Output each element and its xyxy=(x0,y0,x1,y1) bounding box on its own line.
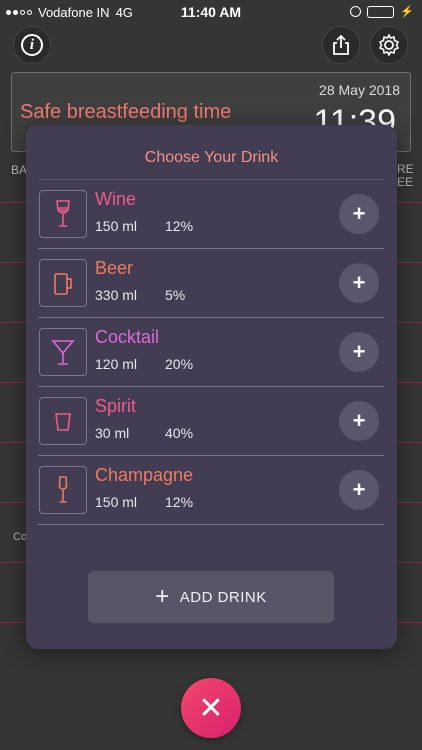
drink-abv: 12% xyxy=(165,494,194,510)
settings-button[interactable] xyxy=(370,26,408,64)
drink-volume: 150 ml xyxy=(95,218,138,234)
drink-row-champagne[interactable]: Champagne 150 ml 12% + xyxy=(38,456,384,525)
champagne-flute-icon xyxy=(39,466,87,514)
drink-volume: 330 ml xyxy=(95,287,138,303)
drink-row-beer[interactable]: Beer 330 ml 5% + xyxy=(38,249,384,318)
close-button[interactable]: ✕ xyxy=(181,678,241,738)
background-label-left: BA xyxy=(11,163,28,177)
cocktail-glass-icon xyxy=(39,328,87,376)
wine-glass-icon xyxy=(39,190,87,238)
drink-name: Champagne xyxy=(95,465,194,485)
close-icon: ✕ xyxy=(198,691,224,725)
status-bar: Vodafone IN 4G 11:40 AM ⚡ xyxy=(0,0,422,24)
add-wine-button[interactable]: + xyxy=(339,194,379,234)
drink-name: Beer xyxy=(95,258,134,278)
share-icon xyxy=(333,35,349,55)
choose-drink-modal: Choose Your Drink Wine 150 ml 12% + Beer… xyxy=(26,125,397,649)
modal-title: Choose Your Drink xyxy=(144,149,279,166)
info-icon: i xyxy=(21,34,43,56)
background-label-right-1: RE xyxy=(397,162,414,176)
background-label-right-2: EE xyxy=(397,175,414,189)
background-label-left-2: Co xyxy=(13,531,28,543)
drink-volume: 120 ml xyxy=(95,356,138,372)
shot-glass-icon xyxy=(39,397,87,445)
status-right: ⚡ xyxy=(350,5,414,18)
beer-mug-icon xyxy=(39,259,87,307)
drink-abv: 40% xyxy=(165,425,194,441)
add-drink-label: ADD DRINK xyxy=(179,588,267,606)
share-button[interactable] xyxy=(322,26,360,64)
drink-abv: 5% xyxy=(165,287,186,303)
gear-icon xyxy=(379,34,399,56)
drink-abv: 20% xyxy=(165,356,194,372)
battery-icon xyxy=(367,5,395,18)
safe-time-date: 28 May 2018 xyxy=(319,82,400,98)
add-spirit-button[interactable]: + xyxy=(339,401,379,441)
add-beer-button[interactable]: + xyxy=(339,263,379,303)
drink-row-cocktail[interactable]: Cocktail 120 ml 20% + xyxy=(38,318,384,387)
drink-name: Spirit xyxy=(95,396,137,416)
drink-abv: 12% xyxy=(165,218,194,234)
add-drink-button[interactable]: + ADD DRINK xyxy=(88,571,334,623)
drink-name: Cocktail xyxy=(95,327,160,347)
safe-time-title: Safe breastfeeding time xyxy=(20,101,232,123)
add-cocktail-button[interactable]: + xyxy=(339,332,379,372)
drink-row-wine[interactable]: Wine 150 ml 12% + xyxy=(38,180,384,249)
charging-icon: ⚡ xyxy=(400,6,414,18)
add-champagne-button[interactable]: + xyxy=(339,470,379,510)
drink-name: Wine xyxy=(95,189,137,209)
drink-volume: 30 ml xyxy=(95,425,130,441)
drink-volume: 150 ml xyxy=(95,494,138,510)
orientation-lock-icon xyxy=(350,6,362,17)
info-button[interactable]: i xyxy=(13,26,51,64)
drink-row-spirit[interactable]: Spirit 30 ml 40% + xyxy=(38,387,384,456)
plus-icon: + xyxy=(155,583,170,610)
